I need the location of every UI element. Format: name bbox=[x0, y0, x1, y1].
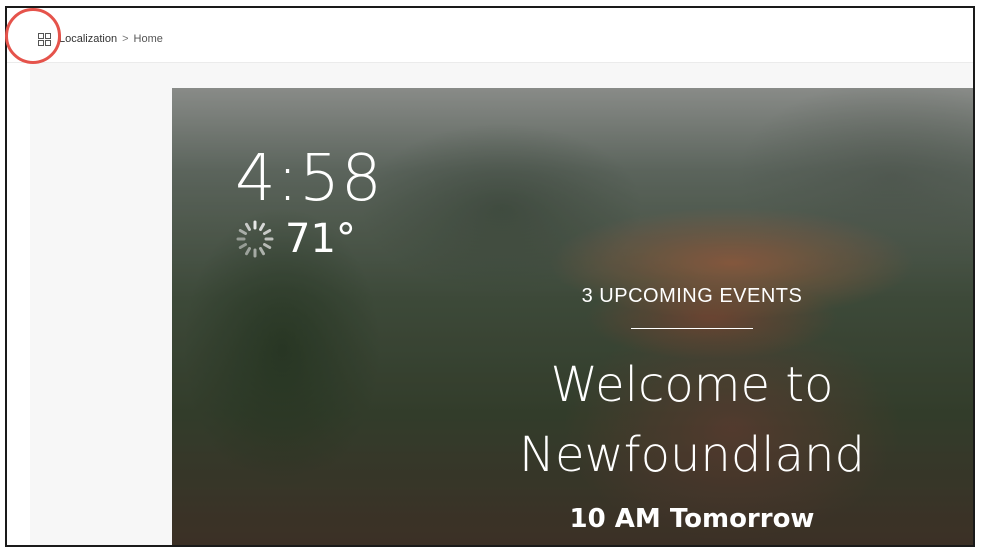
clock-time: 4:58 bbox=[235, 142, 383, 216]
events-divider bbox=[631, 328, 753, 329]
hero-banner: 4:58 71° 3 UPCOMING EVENTS Welcome to Ne… bbox=[172, 88, 973, 545]
window-frame: Localization > Home 4:58 71° 3 UPCOMING … bbox=[5, 6, 975, 547]
temperature: 71° bbox=[285, 216, 356, 262]
highlight-annotation-ring bbox=[5, 8, 61, 64]
breadcrumb-section[interactable]: Localization bbox=[59, 33, 117, 45]
loading-spinner-icon bbox=[236, 220, 274, 258]
breadcrumb-current[interactable]: Home bbox=[134, 33, 163, 45]
breadcrumb: Localization > Home bbox=[59, 33, 163, 45]
event-title: Welcome to Newfoundland bbox=[442, 350, 942, 490]
event-title-line1: Welcome to bbox=[550, 357, 834, 413]
upcoming-events-label: 3 UPCOMING EVENTS bbox=[581, 285, 803, 307]
top-bar: Localization > Home bbox=[7, 8, 973, 63]
weather-widget: 71° bbox=[235, 216, 356, 262]
event-title-line2: Newfoundland bbox=[519, 427, 865, 483]
breadcrumb-separator: > bbox=[122, 33, 129, 45]
event-time: 10 AM Tomorrow bbox=[569, 504, 815, 534]
